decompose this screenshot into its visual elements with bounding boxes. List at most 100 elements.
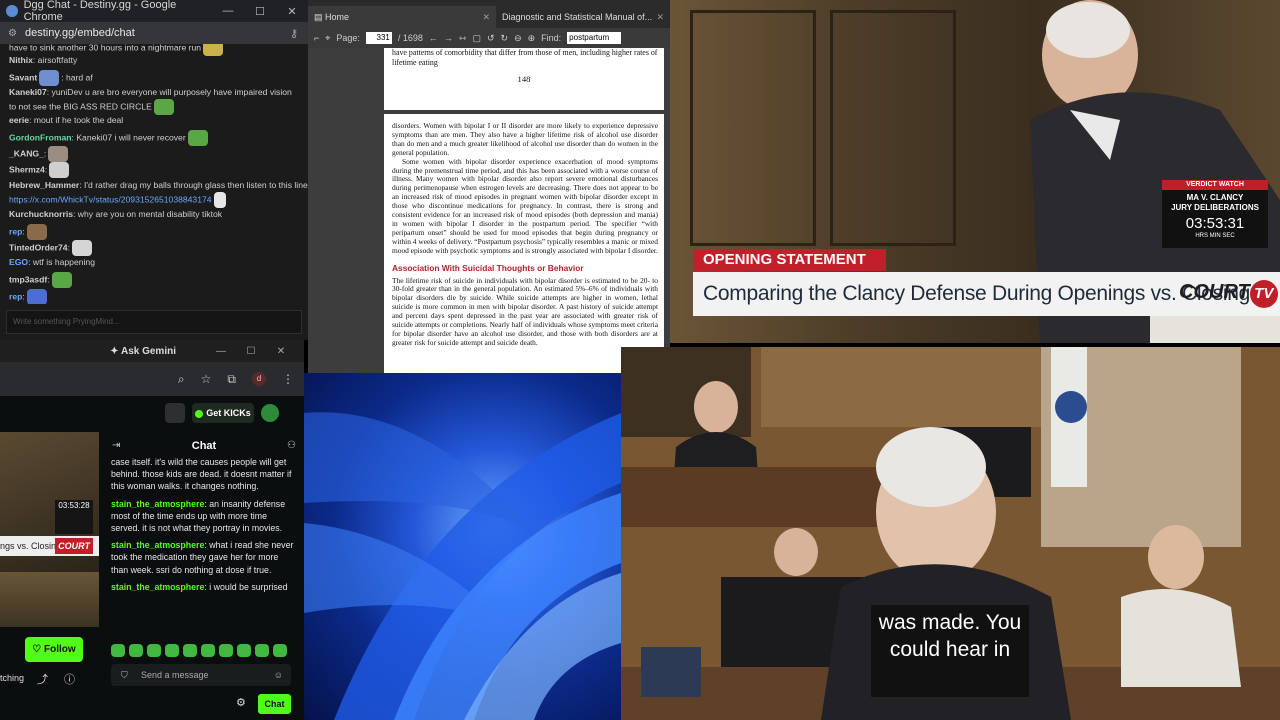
chat-input[interactable]: Write something PryingMind... xyxy=(6,310,302,334)
case-name: MA V. CLANCY xyxy=(1186,193,1244,202)
emote-icon xyxy=(39,70,60,86)
home-icon: ▤ xyxy=(314,11,326,22)
get-kicks-button[interactable]: Get KICKs xyxy=(192,403,254,423)
username[interactable]: stain_the_atmosphere xyxy=(111,499,204,509)
username[interactable]: Shermz4 xyxy=(9,164,45,174)
emote-icon[interactable] xyxy=(201,644,215,657)
username[interactable]: GordonFroman xyxy=(9,132,72,142)
close-tab-icon[interactable]: ✕ xyxy=(482,12,490,23)
emote-icon[interactable] xyxy=(183,644,197,657)
info-icon[interactable]: ⓘ xyxy=(64,671,75,687)
link-text[interactable]: https://x.com/WhickTv/status/20931526510… xyxy=(9,194,212,204)
send-message-input[interactable]: ⛉ Send a message ☺ xyxy=(111,664,291,686)
username[interactable]: rep xyxy=(9,226,22,236)
chat-message: Kaneki07: yuniDev u are bro everyone wil… xyxy=(9,86,292,98)
site-info-icon[interactable]: ⚙ xyxy=(8,28,17,39)
zoom-out-icon[interactable]: ⊖ xyxy=(514,33,522,44)
follow-button[interactable]: ♡ Follow xyxy=(25,637,83,662)
username[interactable]: Kaneki07 xyxy=(9,87,47,97)
opening-statement-label: OPENING STATEMENT xyxy=(693,249,886,271)
emote-icon xyxy=(49,162,70,178)
chat-settings-icon[interactable]: ⚙ xyxy=(236,696,246,709)
window-title: Dgg Chat - Destiny.gg - Google Chrome xyxy=(23,0,177,23)
find-input[interactable]: postpartum xyxy=(567,32,622,44)
rotate-cw-icon[interactable]: ↻ xyxy=(501,33,509,44)
username[interactable]: Hebrew_Hammer xyxy=(9,180,79,190)
emote-icon xyxy=(187,130,208,146)
message-text: to not see the BIG ASS RED CIRCLE xyxy=(9,101,152,112)
maximize-button[interactable]: ☐ xyxy=(236,346,266,357)
chat-message: Shermz4: xyxy=(9,162,71,178)
username[interactable]: stain_the_atmosphere xyxy=(111,582,204,592)
maximize-button[interactable]: ☐ xyxy=(244,5,276,18)
chat-message: Kurchucknorris: why are you on mental di… xyxy=(9,208,222,220)
emote-icon[interactable] xyxy=(129,644,143,657)
username[interactable]: Savant xyxy=(9,72,37,82)
chat-message: _KANG_: xyxy=(9,146,70,162)
username[interactable]: eerie xyxy=(9,115,29,125)
chat-send-button[interactable]: Chat xyxy=(258,694,291,714)
address-bar[interactable]: ⚙ destiny.gg/embed/chat ⚷ xyxy=(0,22,308,44)
stream-video-thumbnail[interactable]: 03:53:28 ngs vs. Closings COURT xyxy=(0,432,99,627)
share-icon[interactable]: ⤴ xyxy=(37,671,48,687)
wood-panel xyxy=(830,10,956,246)
browser-toolbar: ⌕ ☆ ⧉ d ⋮ xyxy=(0,362,304,396)
profile-avatar[interactable]: d xyxy=(252,372,266,386)
fit-page-icon[interactable]: ▢ xyxy=(472,33,481,44)
deliberation-clock: 03:53:31 xyxy=(1185,215,1245,232)
emote-icon[interactable] xyxy=(111,644,125,657)
username[interactable]: _KANG_ xyxy=(9,148,44,158)
chat-message: rep: xyxy=(9,224,49,240)
ask-gemini-button[interactable]: ✦ Ask Gemini xyxy=(110,346,176,357)
next-page-icon[interactable]: → xyxy=(444,33,453,43)
page-number-input[interactable]: 331 xyxy=(365,32,392,44)
tab-home[interactable]: ▤ Home ✕ xyxy=(308,6,496,28)
minimize-button[interactable]: — xyxy=(206,346,236,357)
close-button[interactable]: ✕ xyxy=(276,5,308,18)
minimize-button[interactable]: — xyxy=(212,5,244,18)
video-frame-lower xyxy=(0,572,99,627)
fit-width-icon[interactable]: ⇿ xyxy=(459,33,467,44)
username[interactable]: tmp3asdf xyxy=(9,274,47,284)
rotate-ccw-icon[interactable]: ↺ xyxy=(487,33,495,44)
close-button[interactable]: ✕ xyxy=(266,346,296,357)
user-avatar[interactable] xyxy=(261,404,279,422)
extensions-icon[interactable]: ⧉ xyxy=(227,372,236,387)
emoji-picker-icon[interactable]: ☺ xyxy=(274,664,283,686)
ask-gemini-label: Ask Gemini xyxy=(120,345,176,357)
tab-document[interactable]: Diagnostic and Statistical Manual of... ✕ xyxy=(496,6,670,28)
username[interactable]: stain_the_atmosphere xyxy=(111,540,204,550)
wood-panel xyxy=(690,10,816,246)
emote-icon[interactable] xyxy=(165,644,179,657)
zoom-icon[interactable]: ⌕ xyxy=(178,372,185,387)
username[interactable]: EGO xyxy=(9,257,28,267)
message-text: : xyxy=(67,242,70,253)
message-text: : airsoftfatty xyxy=(32,55,78,65)
collapse-chat-icon[interactable]: ⇥ xyxy=(112,436,120,456)
library-icon[interactable] xyxy=(165,403,185,423)
sidebar-toggle-icon[interactable]: ⌐ xyxy=(314,33,319,43)
emote-icon[interactable] xyxy=(147,644,161,657)
username[interactable]: Nithix xyxy=(9,55,33,65)
verdict-timer: 03:53:28 xyxy=(55,500,93,534)
prev-page-icon[interactable]: ← xyxy=(429,33,438,43)
username[interactable]: rep xyxy=(9,291,22,301)
get-kicks-label: Get KICKs xyxy=(206,408,251,418)
message-text: : I'd rather drag my balls through glass… xyxy=(79,180,308,190)
emote-icon[interactable] xyxy=(273,644,287,657)
username[interactable]: Kurchucknorris xyxy=(9,209,73,219)
emote-icon[interactable] xyxy=(219,644,233,657)
chat-message: stain_the_atmosphere: what i read she ne… xyxy=(111,539,297,576)
chat-users-icon[interactable]: ⚇ xyxy=(287,436,296,456)
emote-icon[interactable] xyxy=(237,644,251,657)
close-tab-icon[interactable]: ✕ xyxy=(656,12,664,23)
more-menu-icon[interactable]: ⋮ xyxy=(282,372,294,386)
bookmark-star-icon[interactable]: ☆ xyxy=(201,372,212,386)
emote-icon[interactable] xyxy=(255,644,269,657)
zoom-in-icon[interactable]: ⊕ xyxy=(528,33,536,44)
chat-link[interactable]: https://x.com/WhickTv/status/20931526510… xyxy=(9,192,228,208)
select-tool-icon[interactable]: ⌖ xyxy=(325,33,330,44)
key-icon[interactable]: ⚷ xyxy=(290,27,298,40)
emote-icon xyxy=(203,44,224,56)
username[interactable]: TintedOrder74 xyxy=(9,242,68,252)
